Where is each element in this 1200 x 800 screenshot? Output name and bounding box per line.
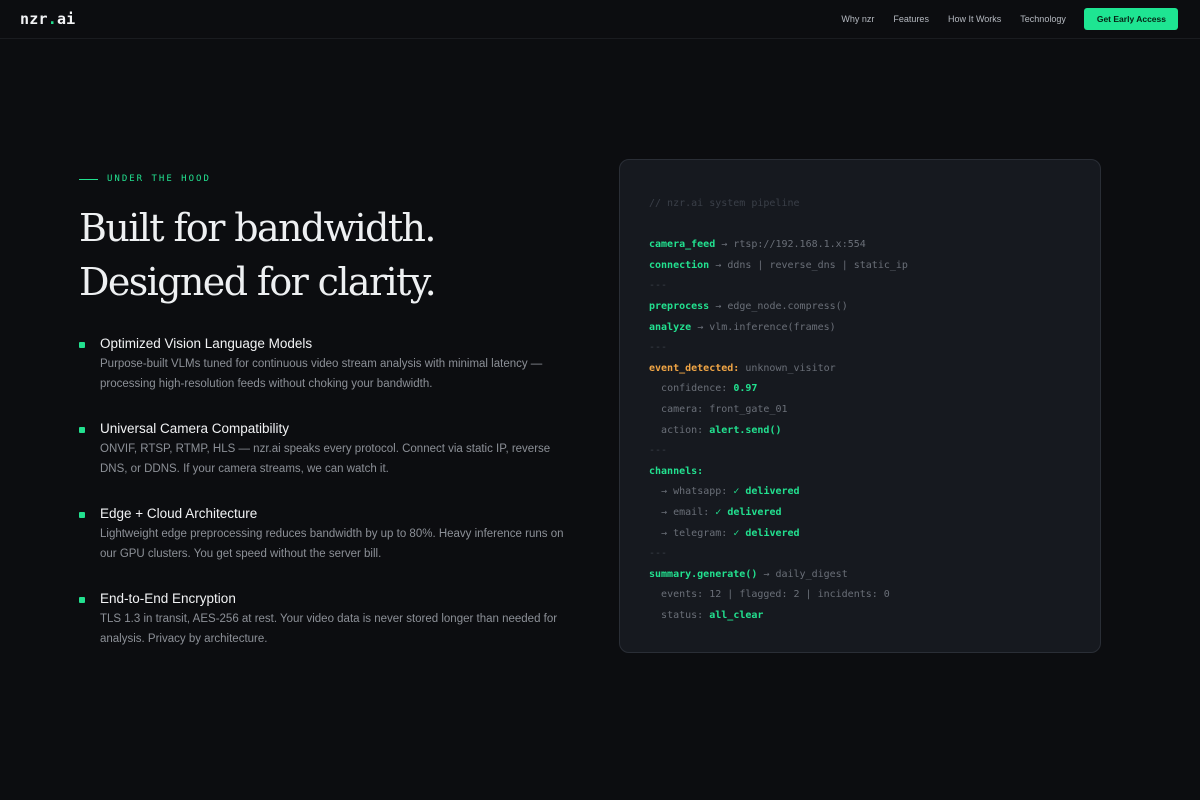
nav-link-technology[interactable]: Technology xyxy=(1020,14,1066,24)
code-line: → email: ✓ delivered xyxy=(649,503,1100,524)
code-line: → telegram: ✓ delivered xyxy=(649,524,1100,545)
arrow-icon: → xyxy=(661,486,668,498)
bullet-icon xyxy=(79,512,85,518)
code-line: --- xyxy=(649,338,1100,359)
feature-title: Edge + Cloud Architecture xyxy=(100,506,258,521)
bullet-icon xyxy=(79,342,85,348)
arrow-icon: → xyxy=(721,239,728,251)
code-line: status: all_clear xyxy=(649,606,1100,627)
get-early-access-button[interactable]: Get Early Access xyxy=(1083,8,1178,30)
code-key: event_detected: xyxy=(649,362,740,374)
code-line: confidence: 0.97 xyxy=(649,379,1100,400)
channel-status: delivered xyxy=(727,506,782,518)
arrow-icon: → xyxy=(661,527,668,539)
code-key: channels: xyxy=(649,465,704,477)
code-comment: // nzr.ai system pipeline xyxy=(649,198,800,209)
feature-item: Universal Camera Compatibility ONVIF, RT… xyxy=(79,421,569,479)
code-line: events: 12 | flagged: 2 | incidents: 0 xyxy=(649,585,1100,606)
arrow-icon: → xyxy=(763,568,770,580)
code-line: action: alert.send() xyxy=(649,421,1100,442)
feature-item: Edge + Cloud Architecture Lightweight ed… xyxy=(79,506,569,564)
channel-name: telegram: xyxy=(673,527,728,539)
feature-title: Optimized Vision Language Models xyxy=(100,336,313,351)
arrow-icon: → xyxy=(661,506,668,518)
code-key: connection xyxy=(649,259,710,271)
bullet-icon xyxy=(79,597,85,603)
feature-list: Optimized Vision Language Models Purpose… xyxy=(79,336,569,676)
eyebrow-line xyxy=(79,178,98,180)
code-value: edge_node.compress() xyxy=(727,300,848,312)
code-value: alert.send() xyxy=(709,424,782,436)
code-line: channels: xyxy=(649,462,1100,483)
code-line: // nzr.ai system pipeline xyxy=(649,194,1100,215)
code-value: vlm.inference(frames) xyxy=(709,321,836,333)
feature-desc: ONVIF, RTSP, RTMP, HLS — nzr.ai speaks e… xyxy=(100,443,551,475)
feature-desc: TLS 1.3 in transit, AES-256 at rest. You… xyxy=(100,613,558,645)
channel-status: delivered xyxy=(745,527,800,539)
code-line: --- xyxy=(649,276,1100,297)
code-key: summary.generate() xyxy=(649,568,758,580)
channel-name: whatsapp: xyxy=(673,486,728,498)
code-line: → whatsapp: ✓ delivered xyxy=(649,482,1100,503)
logo-dot: . xyxy=(47,10,57,28)
feature-desc: Purpose-built VLMs tuned for continuous … xyxy=(100,358,543,390)
top-nav: nzr.ai Why nzr Features How It Works Tec… xyxy=(0,0,1200,39)
feature-title: End-to-End Encryption xyxy=(100,591,236,606)
code-line: preprocess → edge_node.compress() xyxy=(649,297,1100,318)
arrow-icon: → xyxy=(715,300,722,312)
code-line: --- xyxy=(649,441,1100,462)
code-separator: --- xyxy=(649,445,668,457)
code-key: preprocess xyxy=(649,300,710,312)
headline: Built for bandwidth. Designed for clarit… xyxy=(79,206,437,304)
code-line: analyze → vlm.inference(frames) xyxy=(649,318,1100,339)
code-value: rtsp://192.168.1.x:554 xyxy=(733,239,866,251)
code-value: unknown_visitor xyxy=(745,362,836,374)
feature-item: End-to-End Encryption TLS 1.3 in transit… xyxy=(79,591,569,649)
code-value: events: 12 | flagged: 2 | incidents: 0 xyxy=(661,589,890,601)
code-line: camera: front_gate_01 xyxy=(649,400,1100,421)
nav-link-why-nzr[interactable]: Why nzr xyxy=(841,14,874,24)
feature-title: Universal Camera Compatibility xyxy=(100,421,290,436)
arrow-icon: → xyxy=(697,321,704,333)
code-value: front_gate_01 xyxy=(709,403,788,415)
channel-name: email: xyxy=(673,506,710,518)
code-separator: --- xyxy=(649,548,668,560)
channel-status: delivered xyxy=(745,486,800,498)
code-line: event_detected: unknown_visitor xyxy=(649,359,1100,380)
eyebrow-text: UNDER THE HOOD xyxy=(107,174,211,184)
arrow-icon: → xyxy=(715,259,722,271)
feature-item: Optimized Vision Language Models Purpose… xyxy=(79,336,569,394)
code-key: status: xyxy=(661,609,704,621)
code-line: camera_feed → rtsp://192.168.1.x:554 xyxy=(649,235,1100,256)
code-separator: --- xyxy=(649,342,668,354)
code-value: 0.97 xyxy=(733,383,758,395)
bullet-icon xyxy=(79,427,85,433)
code-value: all_clear xyxy=(709,609,764,621)
logo-main: nzr xyxy=(20,10,48,28)
nav-links: Why nzr Features How It Works Technology… xyxy=(822,8,1178,30)
code-value: daily_digest xyxy=(775,568,848,580)
code-key: confidence: xyxy=(661,383,728,395)
feature-desc: Lightweight edge preprocessing reduces b… xyxy=(100,528,564,560)
code-key: analyze xyxy=(649,321,692,333)
check-icon: ✓ xyxy=(733,527,740,539)
logo[interactable]: nzr.ai xyxy=(20,10,75,28)
pipeline-code-card: // nzr.ai system pipeline camera_feed → … xyxy=(619,159,1101,653)
code-key: camera: xyxy=(661,403,704,415)
nav-link-how-it-works[interactable]: How It Works xyxy=(948,14,1001,24)
code-line: --- xyxy=(649,544,1100,565)
check-icon: ✓ xyxy=(715,506,722,518)
nav-link-features[interactable]: Features xyxy=(893,14,929,24)
check-icon: ✓ xyxy=(733,486,740,498)
code-key: camera_feed xyxy=(649,239,716,251)
code-separator: --- xyxy=(649,280,668,292)
code-line: connection → ddns | reverse_dns | static… xyxy=(649,256,1100,277)
logo-suffix: ai xyxy=(56,10,76,28)
code-value: ddns | reverse_dns | static_ip xyxy=(727,259,908,271)
code-line: summary.generate() → daily_digest xyxy=(649,565,1100,586)
section-eyebrow: UNDER THE HOOD xyxy=(79,174,211,184)
code-key: action: xyxy=(661,424,704,436)
